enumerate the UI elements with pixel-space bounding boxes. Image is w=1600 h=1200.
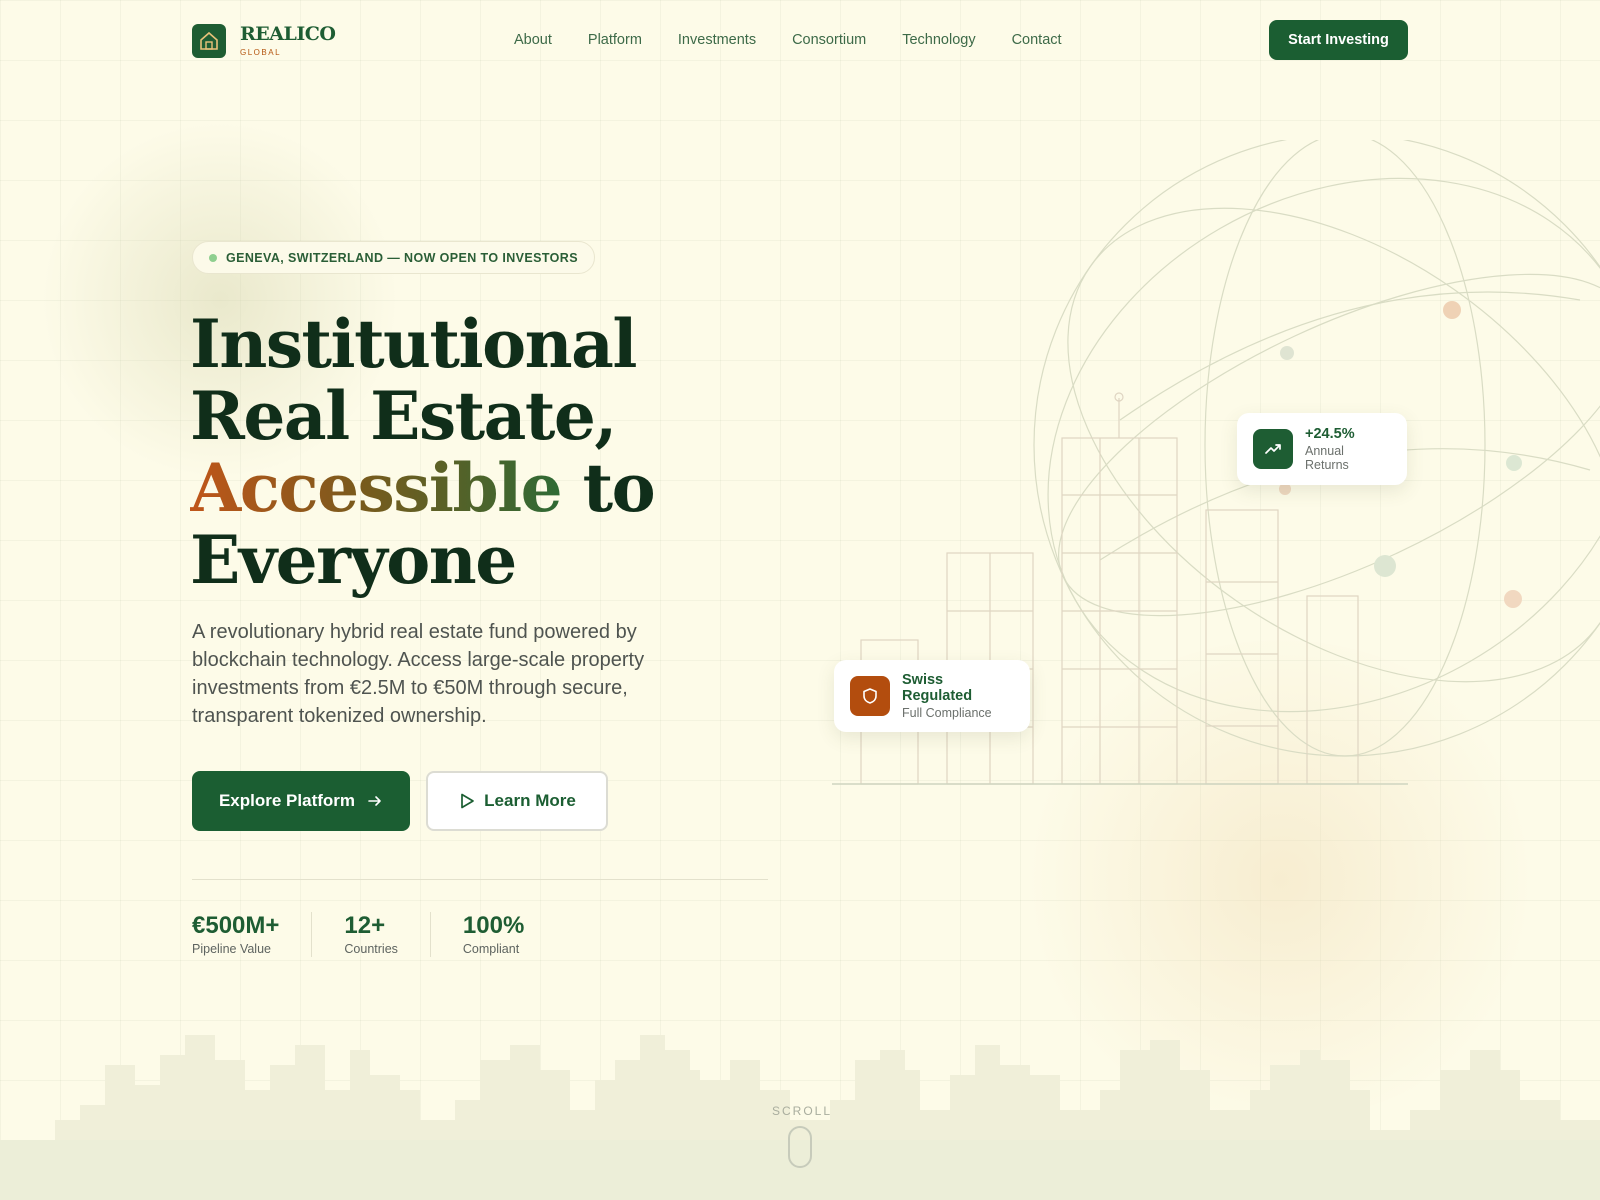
stat-compliant: 100% Compliant	[463, 912, 556, 957]
nav-technology[interactable]: Technology	[902, 32, 975, 48]
nav-investments[interactable]: Investments	[678, 32, 756, 48]
scroll-label: SCROLL	[772, 1104, 833, 1118]
swiss-title: Swiss Regulated	[902, 672, 973, 704]
stat-value: 12+	[344, 912, 386, 939]
headline-line-4: Everyone	[190, 521, 517, 599]
start-investing-button[interactable]: Start Investing	[1269, 20, 1408, 60]
explore-platform-button[interactable]: Explore Platform	[192, 771, 410, 831]
headline-line-2: Real Estate,	[190, 377, 617, 455]
brand-name: REALICO	[240, 23, 336, 45]
brand-tagline: GLOBAL	[240, 48, 282, 57]
annual-returns-card: +24.5% Annual Returns	[1237, 413, 1407, 485]
swiss-subtitle: Full Compliance	[902, 706, 992, 720]
nav-platform[interactable]: Platform	[588, 32, 642, 48]
learn-more-button[interactable]: Learn More	[426, 771, 608, 831]
explore-platform-label: Explore Platform	[218, 791, 356, 810]
shield-icon	[850, 676, 890, 716]
stat-label: Countries	[344, 942, 398, 956]
arrow-right-icon	[368, 796, 381, 806]
nav-about[interactable]: About	[514, 32, 552, 48]
returns-label: Annual Returns	[1305, 444, 1349, 472]
site-header: REALICO GLOBAL About Platform Investment…	[192, 20, 1408, 62]
returns-value: +24.5%	[1305, 426, 1355, 442]
status-dot-icon	[209, 253, 217, 262]
play-icon	[461, 793, 475, 809]
scroll-indicator[interactable]: SCROLL	[772, 1104, 833, 1168]
stat-value: €500M+	[192, 912, 280, 939]
house-icon	[192, 24, 226, 58]
hero-headline: Institutional Real Estate, Accessible to…	[190, 308, 810, 596]
headline-accent-word: Accessible	[190, 449, 563, 527]
stat-countries: 12+ Countries	[344, 912, 431, 957]
nav-contact[interactable]: Contact	[1012, 32, 1062, 48]
hero-description: A revolutionary hybrid real estate fund …	[192, 621, 645, 727]
headline-line-3-rest: to	[561, 449, 656, 527]
trending-up-icon	[1253, 429, 1293, 469]
swiss-regulated-card: Swiss Regulated Full Compliance	[834, 660, 1030, 732]
logo[interactable]: REALICO GLOBAL	[192, 23, 336, 58]
stat-label: Compliant	[462, 942, 520, 956]
headline-line-3: Accessible to	[190, 452, 810, 524]
stat-value: 100%	[462, 912, 525, 939]
location-badge-text: GENEVA, SWITZERLAND — NOW OPEN TO INVEST…	[226, 250, 578, 265]
stats-divider	[192, 879, 768, 880]
stat-pipeline: €500M+ Pipeline Value	[192, 912, 313, 957]
mouse-icon	[788, 1126, 812, 1168]
stat-label: Pipeline Value	[192, 942, 271, 956]
stats-row: €500M+ Pipeline Value 12+ Countries 100%…	[192, 912, 588, 957]
learn-more-label: Learn More	[484, 791, 576, 810]
nav-consortium[interactable]: Consortium	[792, 32, 866, 48]
main-nav: About Platform Investments Consortium Te…	[514, 32, 1098, 48]
headline-line-1: Institutional	[190, 305, 637, 383]
location-badge: GENEVA, SWITZERLAND — NOW OPEN TO INVEST…	[192, 241, 595, 274]
